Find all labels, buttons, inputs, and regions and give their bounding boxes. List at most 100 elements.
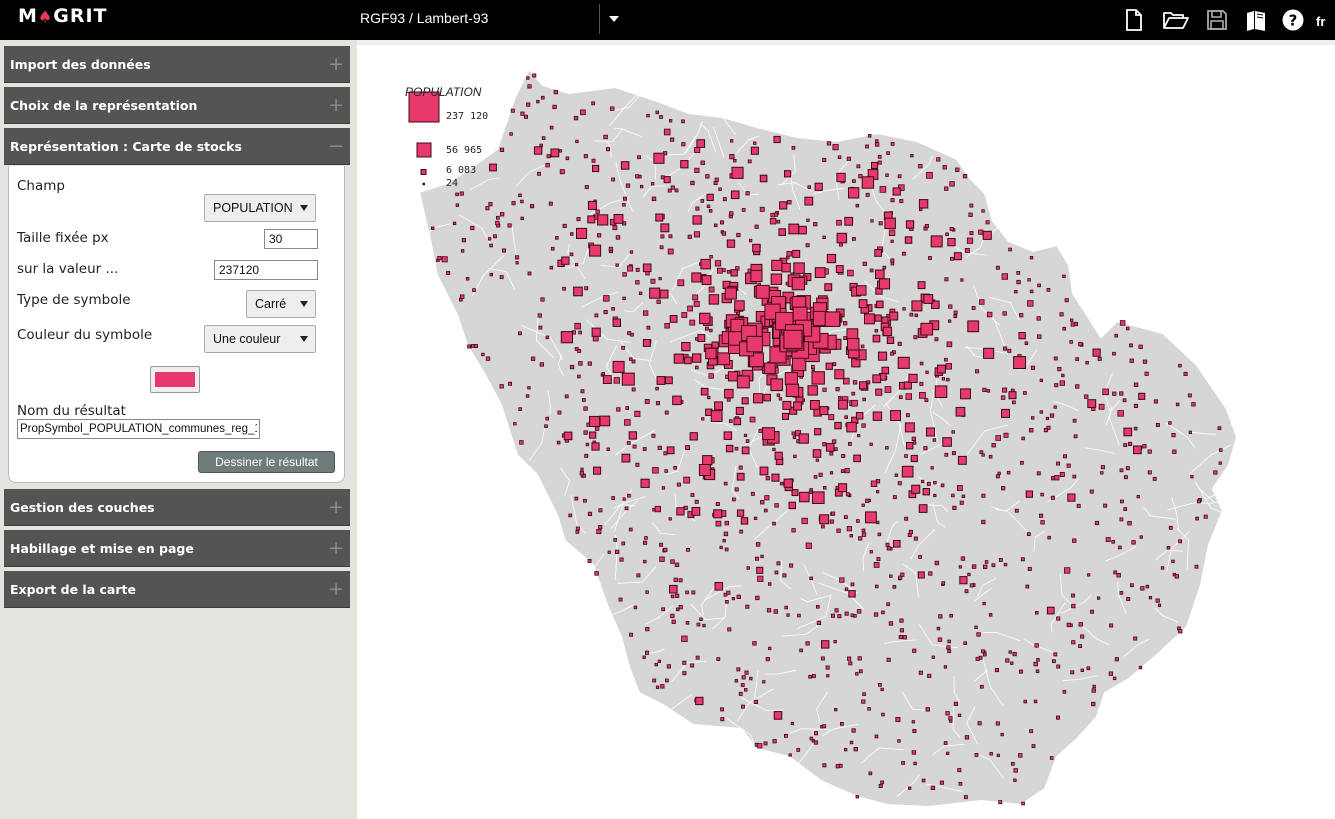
commune-symbol (829, 471, 834, 475)
map-canvas[interactable] (357, 45, 1335, 819)
section-import-header[interactable]: Import des données + (4, 46, 350, 83)
open-folder-icon[interactable] (1162, 8, 1190, 32)
commune-symbol (953, 310, 958, 315)
commune-symbol (869, 442, 873, 446)
commune-symbol (723, 481, 728, 486)
commune-symbol (1119, 517, 1124, 522)
section-layers-header[interactable]: Gestion des couches + (4, 489, 350, 526)
commune-symbol (865, 498, 870, 504)
commune-symbol (461, 238, 466, 243)
commune-symbol (792, 249, 801, 258)
commune-symbol (824, 311, 841, 327)
commune-symbol (669, 584, 678, 594)
commune-symbol (857, 433, 861, 438)
commune-symbol (670, 185, 675, 190)
commune-symbol (860, 344, 865, 349)
result-name-input[interactable] (17, 419, 260, 439)
commune-symbol (825, 362, 833, 370)
commune-symbol (714, 260, 722, 267)
commune-symbol (750, 269, 763, 282)
commune-symbol (1203, 514, 1208, 519)
commune-symbol (659, 289, 669, 299)
commune-symbol (593, 466, 602, 475)
commune-symbol (861, 176, 875, 189)
reference-value-input[interactable] (214, 260, 318, 280)
size-input[interactable] (264, 229, 318, 249)
commune-symbol (825, 665, 830, 670)
commune-symbol (670, 594, 675, 599)
commune-symbol (830, 511, 836, 516)
commune-symbol (1155, 598, 1160, 603)
commune-symbol (870, 219, 874, 223)
commune-symbol (947, 649, 952, 654)
commune-symbol (597, 214, 609, 226)
commune-symbol (489, 163, 497, 172)
commune-symbol (998, 800, 1003, 805)
commune-symbol (931, 655, 935, 659)
commune-symbol (793, 262, 805, 274)
commune-symbol (879, 278, 891, 290)
book-icon[interactable] (1244, 8, 1268, 32)
new-file-icon[interactable] (1122, 8, 1146, 32)
commune-symbol (670, 613, 675, 619)
commune-symbol (1070, 322, 1075, 327)
commune-symbol (822, 485, 827, 490)
symbol-type-select[interactable]: Carré (246, 290, 316, 318)
language-switch[interactable]: fr (1316, 14, 1325, 29)
commune-symbol (743, 688, 748, 692)
commune-symbol (587, 361, 592, 366)
draw-result-button[interactable]: Dessiner le résultat (198, 451, 335, 473)
commune-symbol (540, 297, 545, 302)
commune-symbol (875, 269, 885, 280)
commune-symbol (714, 401, 724, 411)
map-view[interactable]: POPULATION 237 120 56 965 6 083 24 (357, 40, 1335, 819)
commune-symbol (577, 374, 581, 379)
commune-symbol (1111, 539, 1115, 544)
section-stock-map-header[interactable]: Représentation : Carte de stocks − (4, 128, 350, 165)
commune-symbol (937, 637, 943, 642)
section-layout-header[interactable]: Habillage et mise en page + (4, 530, 350, 567)
commune-symbol (736, 472, 745, 481)
commune-symbol (1147, 470, 1152, 475)
commune-symbol (797, 613, 801, 618)
commune-symbol (660, 684, 665, 689)
commune-symbol (788, 563, 794, 568)
commune-symbol (708, 294, 720, 305)
symbol-color-picker[interactable] (150, 366, 200, 393)
commune-symbol (933, 493, 937, 498)
commune-symbol (943, 741, 948, 745)
commune-symbol (770, 273, 783, 285)
commune-symbol (1133, 403, 1138, 408)
commune-symbol (885, 446, 889, 450)
commune-symbol (951, 493, 955, 498)
commune-symbol (1142, 444, 1147, 449)
commune-symbol (681, 142, 686, 147)
commune-symbol (1073, 434, 1078, 439)
projection-dropdown-icon[interactable] (609, 16, 619, 22)
save-icon[interactable] (1205, 8, 1229, 32)
help-icon[interactable]: ? (1281, 8, 1305, 32)
commune-symbol (525, 394, 530, 398)
commune-symbol (812, 491, 825, 504)
commune-symbol (911, 300, 923, 312)
commune-symbol (782, 412, 789, 420)
commune-symbol (628, 431, 638, 440)
commune-symbol (890, 142, 895, 146)
commune-symbol (561, 256, 570, 265)
section-export-header[interactable]: Export de la carte + (4, 571, 350, 608)
commune-symbol (715, 501, 720, 506)
commune-symbol (944, 357, 948, 362)
commune-symbol (1172, 449, 1177, 454)
section-representation-choice-header[interactable]: Choix de la représentation + (4, 87, 350, 124)
commune-symbol (943, 665, 948, 669)
commune-symbol (1002, 311, 1007, 316)
field-select[interactable]: POPULATION (204, 194, 316, 222)
commune-symbol (853, 454, 861, 463)
commune-symbol (776, 219, 781, 224)
commune-symbol (836, 219, 842, 226)
commune-symbol (1126, 597, 1131, 602)
commune-symbol (1139, 535, 1143, 539)
commune-symbol (540, 95, 545, 100)
symbol-color-mode-select[interactable]: Une couleur (204, 325, 316, 353)
commune-symbol (898, 395, 903, 400)
